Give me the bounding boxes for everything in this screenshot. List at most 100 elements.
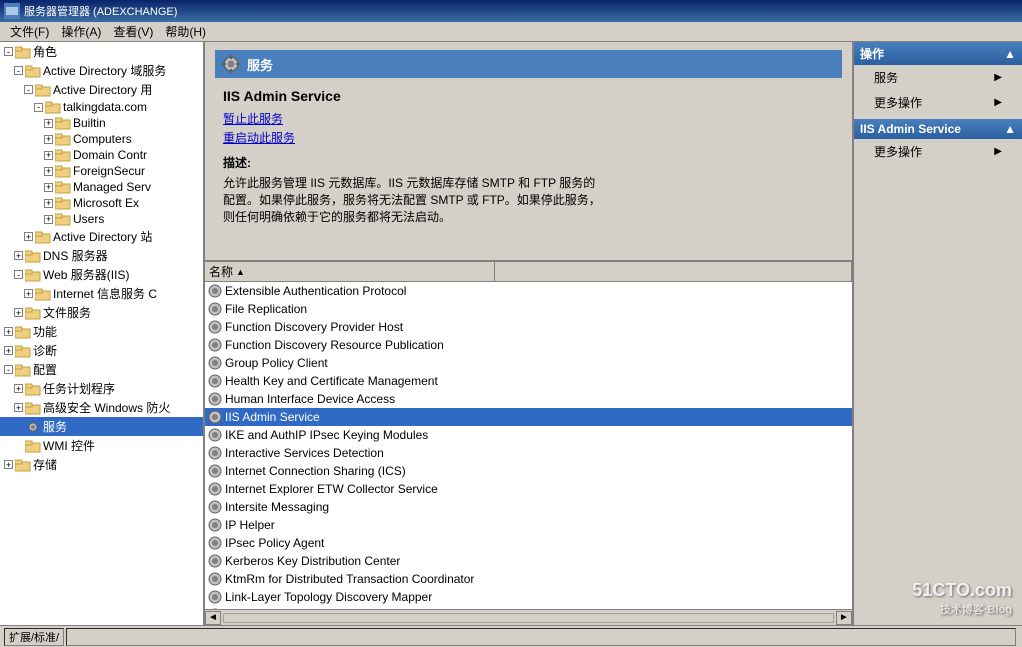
expand-managed-serv[interactable]: + (44, 183, 53, 192)
tree-item-diagnostics[interactable]: + 诊断 (0, 341, 203, 360)
service-row-icon (207, 283, 223, 299)
status-bar: 扩展/标准/ (0, 625, 1022, 647)
expand-ad-user[interactable]: - (24, 85, 33, 94)
col-header-desc[interactable] (495, 262, 852, 281)
expand-firewall[interactable]: + (14, 403, 23, 412)
expand-ad-site[interactable]: + (24, 232, 33, 241)
tree-item-firewall[interactable]: + 高级安全 Windows 防火 (0, 398, 203, 417)
service-row[interactable]: Health Key and Certificate Management (205, 372, 852, 390)
service-row[interactable]: IKE and AuthIP IPsec Keying Modules (205, 426, 852, 444)
expand-roles[interactable]: - (4, 47, 13, 56)
menu-help[interactable]: 帮助(H) (159, 21, 212, 42)
service-row[interactable]: File Replication (205, 300, 852, 318)
folder-icon (25, 249, 41, 263)
scroll-left-btn[interactable]: ◄ (205, 611, 221, 625)
right-item-services[interactable]: 服务 ▶ (854, 65, 1022, 90)
service-row[interactable]: Internet Explorer ETW Collector Service (205, 480, 852, 498)
expand-microsoft-ex[interactable]: + (44, 199, 53, 208)
right-arrow-iis-more: ▶ (994, 146, 1002, 157)
description-text: 允许此服务管理 IIS 元数据库。IIS 元数据库存储 SMTP 和 FTP 服… (223, 175, 603, 225)
expand-task-sched[interactable]: + (14, 384, 23, 393)
expand-domain-contr[interactable]: + (44, 151, 53, 160)
tree-item-foreignsecur[interactable]: + ForeignSecur (0, 163, 203, 179)
service-row[interactable]: IP Helper (205, 516, 852, 534)
tree-label: Active Directory 站 (53, 228, 152, 245)
service-row[interactable]: Intersite Messaging (205, 498, 852, 516)
service-row[interactable]: Kerberos Key Distribution Center (205, 552, 852, 570)
col-header-name[interactable]: 名称 ▲ (205, 262, 495, 281)
tree-item-internet-info[interactable]: + Internet 信息服务 C (0, 284, 203, 303)
service-row[interactable]: Extensible Authentication Protocol (205, 282, 852, 300)
service-row[interactable]: IIS Admin Service (205, 408, 852, 426)
right-section-operations: 操作 ▲ 服务 ▶ 更多操作 ▶ (854, 42, 1022, 115)
tree-item-dns[interactable]: + DNS 服务器 (0, 246, 203, 265)
tree-item-wmi[interactable]: WMI 控件 (0, 436, 203, 455)
stop-service-link[interactable]: 暂止此服务 (223, 110, 834, 127)
folder-icon (45, 100, 61, 114)
tree-item-services[interactable]: 服务 (0, 417, 203, 436)
tree-item-storage[interactable]: + 存储 (0, 455, 203, 474)
expand-internet-info[interactable]: + (24, 289, 33, 298)
service-row-icon (207, 427, 223, 443)
service-row[interactable]: Group Policy Client (205, 354, 852, 372)
menu-action[interactable]: 操作(A) (55, 21, 107, 42)
tree-item-users[interactable]: + Users (0, 211, 203, 227)
expand-storage[interactable]: + (4, 460, 13, 469)
tree-item-task-sched[interactable]: + 任务计划程序 (0, 379, 203, 398)
services-body[interactable]: Extensible Authentication ProtocolFile R… (205, 282, 852, 609)
tree-item-config[interactable]: - 配置 (0, 360, 203, 379)
folder-icon (55, 132, 71, 146)
tree-item-web-iis[interactable]: - Web 服务器(IIS) (0, 265, 203, 284)
tree-item-domain-contr[interactable]: + Domain Contr (0, 147, 203, 163)
tree-item-managed-serv[interactable]: + Managed Serv (0, 179, 203, 195)
service-row[interactable]: KtmRm for Distributed Transaction Coordi… (205, 570, 852, 588)
service-row[interactable]: Function Discovery Provider Host (205, 318, 852, 336)
tree-item-builtin[interactable]: + Builtin (0, 115, 203, 131)
tree-item-microsoft-ex[interactable]: + Microsoft Ex (0, 195, 203, 211)
service-row[interactable]: Internet Connection Sharing (ICS) (205, 462, 852, 480)
expand-web-iis[interactable]: - (14, 270, 23, 279)
expand-builtin[interactable]: + (44, 119, 53, 128)
service-row-icon (207, 445, 223, 461)
expand-ad-domain[interactable]: - (14, 66, 23, 75)
horizontal-scrollbar[interactable]: ◄ ► (205, 609, 852, 625)
tree-item-roles[interactable]: - 角色 (0, 42, 203, 61)
service-row[interactable]: IPsec Policy Agent (205, 534, 852, 552)
menu-view[interactable]: 查看(V) (107, 21, 159, 42)
restart-service-link[interactable]: 重启动此服务 (223, 129, 834, 146)
service-row-icon (207, 337, 223, 353)
collapse-iis-icon[interactable]: ▲ (1004, 122, 1016, 136)
service-row-name: Kerberos Key Distribution Center (225, 554, 400, 568)
service-row[interactable]: Human Interface Device Access (205, 390, 852, 408)
action-links: 暂止此服务 重启动此服务 (223, 110, 834, 146)
tree-item-ad-user[interactable]: - Active Directory 用 (0, 80, 203, 99)
service-row-icon (207, 301, 223, 317)
right-item-more-ops[interactable]: 更多操作 ▶ (854, 90, 1022, 115)
expand-talkingdata[interactable]: - (34, 103, 43, 112)
service-row[interactable]: Interactive Services Detection (205, 444, 852, 462)
tree-item-computers[interactable]: + Computers (0, 131, 203, 147)
service-row-name: IP Helper (225, 518, 275, 532)
expand-users[interactable]: + (44, 215, 53, 224)
tree-item-file-service[interactable]: + 文件服务 (0, 303, 203, 322)
service-row[interactable]: Link-Layer Topology Discovery Mapper (205, 588, 852, 606)
menu-bar: 文件(F) 操作(A) 查看(V) 帮助(H) (0, 22, 1022, 42)
tree-item-talkingdata[interactable]: - talkingdata.com (0, 99, 203, 115)
expand-file-service[interactable]: + (14, 308, 23, 317)
expand-dns[interactable]: + (14, 251, 23, 260)
expand-foreignsecur[interactable]: + (44, 167, 53, 176)
right-item-iis-more[interactable]: 更多操作 ▶ (854, 139, 1022, 164)
scroll-right-btn[interactable]: ► (836, 611, 852, 625)
collapse-ops-icon[interactable]: ▲ (1004, 47, 1016, 61)
col-name-label: 名称 (209, 263, 233, 280)
tree-item-features[interactable]: + 功能 (0, 322, 203, 341)
right-item-more-ops-label: 更多操作 (874, 94, 922, 111)
menu-file[interactable]: 文件(F) (4, 21, 55, 42)
tree-item-ad-site[interactable]: + Active Directory 站 (0, 227, 203, 246)
service-row[interactable]: Function Discovery Resource Publication (205, 336, 852, 354)
tree-item-ad-domain[interactable]: - Active Directory 域服务 (0, 61, 203, 80)
expand-diagnostics[interactable]: + (4, 346, 13, 355)
expand-computers[interactable]: + (44, 135, 53, 144)
expand-features[interactable]: + (4, 327, 13, 336)
expand-config[interactable]: - (4, 365, 13, 374)
